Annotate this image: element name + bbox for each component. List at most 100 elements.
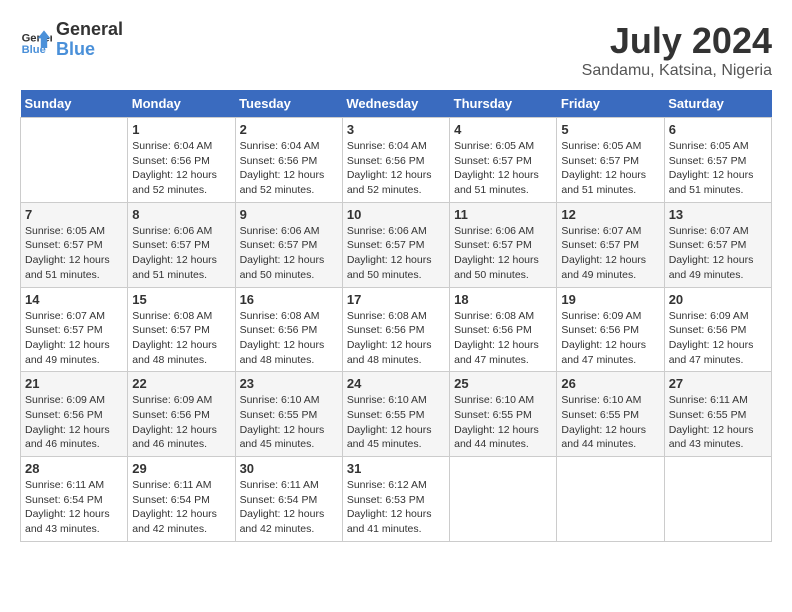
month-title: July 2024 [582, 20, 772, 62]
day-info: Sunrise: 6:08 AMSunset: 6:56 PMDaylight:… [240, 309, 338, 368]
calendar-cell: 31Sunrise: 6:12 AMSunset: 6:53 PMDayligh… [342, 457, 449, 542]
calendar-cell: 10 Sunrise: 6:06 AMSunset: 6:57 PMDayligh… [342, 202, 449, 287]
calendar-cell: 20 Sunrise: 6:09 AMSunset: 6:56 PMDayligh… [664, 287, 771, 372]
day-number: 3 [347, 122, 445, 137]
day-info: Sunrise: 6:05 AMSunset: 6:57 PMDaylight:… [454, 139, 552, 198]
day-info: Sunrise: 6:04 AMSunset: 6:56 PMDaylight:… [240, 139, 338, 198]
day-number: 6 [669, 122, 767, 137]
day-number: 27 [669, 376, 767, 391]
calendar-week-row: 7 Sunrise: 6:05 AMSunset: 6:57 PMDaylight… [21, 202, 772, 287]
logo-text: General Blue [56, 20, 123, 60]
calendar-week-row: 21 Sunrise: 6:09 AMSunset: 6:56 PMDayligh… [21, 372, 772, 457]
day-info: Sunrise: 6:10 AMSunset: 6:55 PMDaylight:… [240, 393, 338, 452]
day-info: Sunrise: 6:11 AMSunset: 6:54 PMDaylight:… [25, 478, 123, 537]
day-info: Sunrise: 6:09 AMSunset: 6:56 PMDaylight:… [561, 309, 659, 368]
calendar-cell: 14Sunrise: 6:07 AMSunset: 6:57 PMDayligh… [21, 287, 128, 372]
calendar-cell: 12 Sunrise: 6:07 AMSunset: 6:57 PMDayligh… [557, 202, 664, 287]
day-number: 20 [669, 292, 767, 307]
day-number: 5 [561, 122, 659, 137]
day-info: Sunrise: 6:05 AMSunset: 6:57 PMDaylight:… [25, 224, 123, 283]
day-info: Sunrise: 6:11 AMSunset: 6:54 PMDaylight:… [240, 478, 338, 537]
day-of-week-header: Thursday [450, 90, 557, 118]
day-of-week-header: Wednesday [342, 90, 449, 118]
day-info: Sunrise: 6:07 AMSunset: 6:57 PMDaylight:… [669, 224, 767, 283]
day-info: Sunrise: 6:11 AMSunset: 6:54 PMDaylight:… [132, 478, 230, 537]
page-header: General Blue General Blue July 2024 Sand… [20, 20, 772, 80]
day-info: Sunrise: 6:08 AMSunset: 6:57 PMDaylight:… [132, 309, 230, 368]
day-number: 18 [454, 292, 552, 307]
day-number: 26 [561, 376, 659, 391]
day-info: Sunrise: 6:04 AMSunset: 6:56 PMDaylight:… [132, 139, 230, 198]
day-info: Sunrise: 6:07 AMSunset: 6:57 PMDaylight:… [25, 309, 123, 368]
calendar-cell: 28Sunrise: 6:11 AMSunset: 6:54 PMDayligh… [21, 457, 128, 542]
day-of-week-header: Tuesday [235, 90, 342, 118]
day-number: 13 [669, 207, 767, 222]
calendar-week-row: 14Sunrise: 6:07 AMSunset: 6:57 PMDayligh… [21, 287, 772, 372]
day-info: Sunrise: 6:10 AMSunset: 6:55 PMDaylight:… [347, 393, 445, 452]
day-of-week-header: Friday [557, 90, 664, 118]
calendar-cell: 4 Sunrise: 6:05 AMSunset: 6:57 PMDaylight… [450, 118, 557, 203]
day-number: 2 [240, 122, 338, 137]
day-number: 4 [454, 122, 552, 137]
day-info: Sunrise: 6:09 AMSunset: 6:56 PMDaylight:… [669, 309, 767, 368]
day-number: 15 [132, 292, 230, 307]
day-number: 24 [347, 376, 445, 391]
calendar-cell: 6Sunrise: 6:05 AMSunset: 6:57 PMDaylight… [664, 118, 771, 203]
calendar-cell: 18 Sunrise: 6:08 AMSunset: 6:56 PMDayligh… [450, 287, 557, 372]
svg-text:General: General [22, 32, 52, 44]
day-number: 10 [347, 207, 445, 222]
day-of-week-header: Sunday [21, 90, 128, 118]
calendar-week-row: 28Sunrise: 6:11 AMSunset: 6:54 PMDayligh… [21, 457, 772, 542]
calendar-cell: 19 Sunrise: 6:09 AMSunset: 6:56 PMDayligh… [557, 287, 664, 372]
calendar-cell [450, 457, 557, 542]
calendar-cell: 13 Sunrise: 6:07 AMSunset: 6:57 PMDayligh… [664, 202, 771, 287]
calendar-cell: 9Sunrise: 6:06 AMSunset: 6:57 PMDaylight… [235, 202, 342, 287]
calendar-cell: 26 Sunrise: 6:10 AMSunset: 6:55 PMDayligh… [557, 372, 664, 457]
calendar-cell: 17Sunrise: 6:08 AMSunset: 6:56 PMDayligh… [342, 287, 449, 372]
calendar-cell: 25Sunrise: 6:10 AMSunset: 6:55 PMDayligh… [450, 372, 557, 457]
calendar-table: SundayMondayTuesdayWednesdayThursdayFrid… [20, 90, 772, 542]
calendar-cell: 21 Sunrise: 6:09 AMSunset: 6:56 PMDayligh… [21, 372, 128, 457]
calendar-week-row: 1Sunrise: 6:04 AMSunset: 6:56 PMDaylight… [21, 118, 772, 203]
day-number: 7 [25, 207, 123, 222]
day-info: Sunrise: 6:05 AMSunset: 6:57 PMDaylight:… [561, 139, 659, 198]
calendar-cell: 3 Sunrise: 6:04 AMSunset: 6:56 PMDaylight… [342, 118, 449, 203]
calendar-cell: 11Sunrise: 6:06 AMSunset: 6:57 PMDayligh… [450, 202, 557, 287]
calendar-cell: 22 Sunrise: 6:09 AMSunset: 6:56 PMDayligh… [128, 372, 235, 457]
day-info: Sunrise: 6:06 AMSunset: 6:57 PMDaylight:… [347, 224, 445, 283]
location: Sandamu, Katsina, Nigeria [582, 62, 772, 80]
calendar-cell [557, 457, 664, 542]
day-number: 12 [561, 207, 659, 222]
day-number: 23 [240, 376, 338, 391]
day-info: Sunrise: 6:09 AMSunset: 6:56 PMDaylight:… [25, 393, 123, 452]
day-info: Sunrise: 6:09 AMSunset: 6:56 PMDaylight:… [132, 393, 230, 452]
calendar-cell: 30 Sunrise: 6:11 AMSunset: 6:54 PMDayligh… [235, 457, 342, 542]
title-block: July 2024 Sandamu, Katsina, Nigeria [582, 20, 772, 80]
calendar-header-row: SundayMondayTuesdayWednesdayThursdayFrid… [21, 90, 772, 118]
calendar-cell: 16Sunrise: 6:08 AMSunset: 6:56 PMDayligh… [235, 287, 342, 372]
day-info: Sunrise: 6:06 AMSunset: 6:57 PMDaylight:… [240, 224, 338, 283]
calendar-cell: 7 Sunrise: 6:05 AMSunset: 6:57 PMDaylight… [21, 202, 128, 287]
day-number: 30 [240, 461, 338, 476]
day-info: Sunrise: 6:08 AMSunset: 6:56 PMDaylight:… [347, 309, 445, 368]
day-info: Sunrise: 6:10 AMSunset: 6:55 PMDaylight:… [561, 393, 659, 452]
day-info: Sunrise: 6:08 AMSunset: 6:56 PMDaylight:… [454, 309, 552, 368]
calendar-cell: 29Sunrise: 6:11 AMSunset: 6:54 PMDayligh… [128, 457, 235, 542]
day-info: Sunrise: 6:11 AMSunset: 6:55 PMDaylight:… [669, 393, 767, 452]
day-number: 22 [132, 376, 230, 391]
day-of-week-header: Monday [128, 90, 235, 118]
day-info: Sunrise: 6:07 AMSunset: 6:57 PMDaylight:… [561, 224, 659, 283]
calendar-cell: 23 Sunrise: 6:10 AMSunset: 6:55 PMDayligh… [235, 372, 342, 457]
logo-icon: General Blue [20, 24, 52, 56]
calendar-cell: 15 Sunrise: 6:08 AMSunset: 6:57 PMDayligh… [128, 287, 235, 372]
calendar-cell [21, 118, 128, 203]
day-info: Sunrise: 6:04 AMSunset: 6:56 PMDaylight:… [347, 139, 445, 198]
calendar-cell: 24 Sunrise: 6:10 AMSunset: 6:55 PMDayligh… [342, 372, 449, 457]
calendar-cell: 2 Sunrise: 6:04 AMSunset: 6:56 PMDaylight… [235, 118, 342, 203]
day-number: 31 [347, 461, 445, 476]
day-number: 25 [454, 376, 552, 391]
day-number: 19 [561, 292, 659, 307]
calendar-cell: 5 Sunrise: 6:05 AMSunset: 6:57 PMDaylight… [557, 118, 664, 203]
day-info: Sunrise: 6:06 AMSunset: 6:57 PMDaylight:… [132, 224, 230, 283]
day-number: 21 [25, 376, 123, 391]
